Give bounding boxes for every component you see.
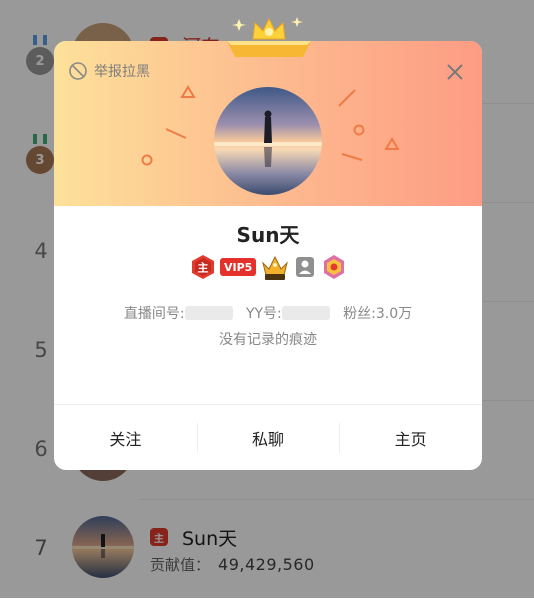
gold-crown-badge-icon[interactable] [260,253,290,281]
user-profile-card: 举报拉黑 Sun天 主 VIP5 直播间号: YY号: 粉丝:3.0万 没有记录… [54,17,482,471]
level-badge-text: 主 [198,261,209,275]
line-deco-icon [338,89,356,107]
card-header: 举报拉黑 [54,41,482,206]
fans-label: 粉丝: [343,306,376,322]
medal-badge-icon[interactable] [320,253,348,281]
triangle-deco-icon [384,137,400,150]
line-deco-icon [165,128,187,139]
circle-deco-icon [353,124,365,136]
follow-button[interactable]: 关注 [54,405,197,471]
profile-signature: 没有记录的痕迹 [219,332,317,348]
close-icon[interactable] [442,59,468,85]
avatar-photo-icon [214,87,322,195]
line-deco-icon [341,153,363,161]
badge-row: 主 VIP5 [190,253,348,281]
triangle-deco-icon [180,85,196,98]
profile-avatar[interactable] [214,87,322,195]
report-block-button[interactable]: 举报拉黑 [68,61,150,81]
crown-icon [227,17,311,57]
profile-info-line: 直播间号: YY号: 粉丝:3.0万 [54,303,482,323]
level-badge-icon[interactable]: 主 [190,254,216,280]
report-block-label: 举报拉黑 [94,64,150,80]
yy-number-label: YY号: [245,306,282,322]
action-bar: 关注 私聊 主页 [54,404,482,471]
room-number-label: 直播间号: [123,306,185,322]
identity-badge-icon[interactable] [294,255,316,279]
private-message-button[interactable]: 私聊 [196,405,340,471]
vip-badge[interactable]: VIP5 [220,258,257,276]
circle-deco-icon [141,154,153,166]
forbidden-icon [69,62,87,80]
yy-number-redacted [281,306,330,320]
profile-user-name: Sun天 [236,223,300,247]
fans-count: 3.0万 [375,306,413,322]
room-number-redacted [184,306,233,320]
homepage-button[interactable]: 主页 [339,405,482,471]
